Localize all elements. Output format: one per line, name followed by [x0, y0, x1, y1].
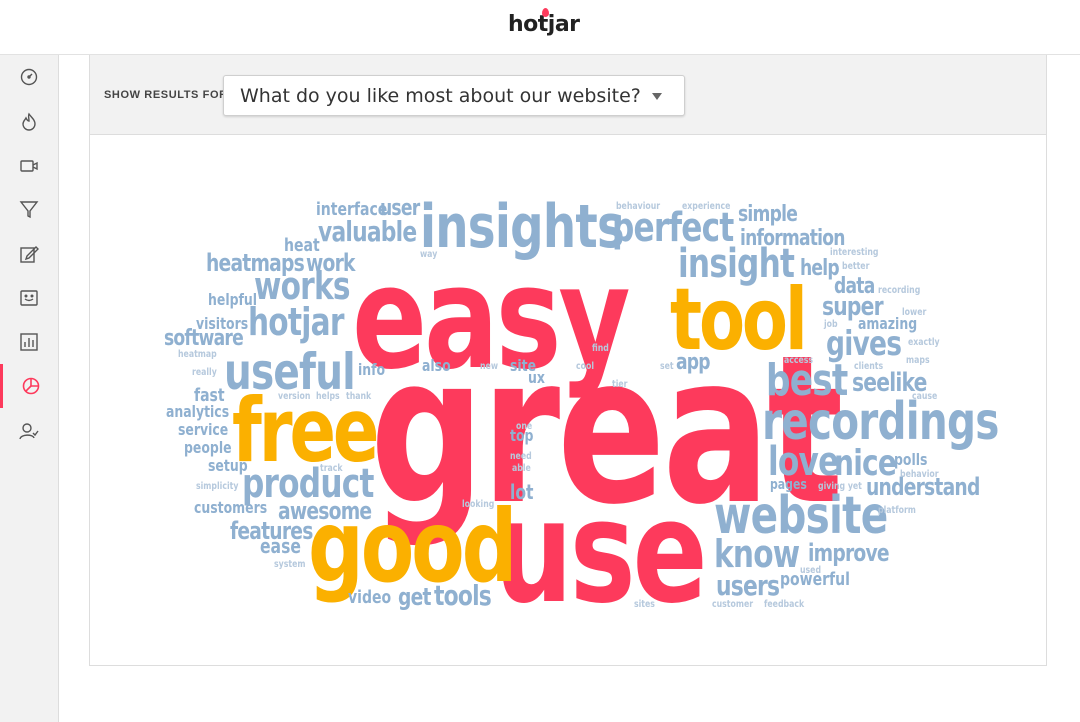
- word-cloud-word: platform: [878, 505, 916, 516]
- word-cloud-word: get: [398, 584, 431, 612]
- video-camera-icon: [20, 160, 38, 172]
- word-cloud-word: heatmap: [178, 349, 217, 360]
- word-cloud-word: tools: [434, 579, 491, 611]
- sidebar-item-heatmaps[interactable]: [0, 100, 58, 144]
- word-cloud-word: pages: [770, 476, 807, 493]
- word-cloud-word: insights: [420, 191, 624, 261]
- word-cloud-word: simple: [738, 201, 798, 227]
- sidebar-item-funnels[interactable]: [0, 187, 58, 231]
- word-cloud-word: giving yet: [818, 481, 863, 492]
- word-cloud: greateasyusegoodfreetoolinsightsperfecti…: [164, 191, 999, 635]
- word-cloud-word: find: [592, 343, 609, 354]
- sidebar-item-recruiters[interactable]: [0, 409, 58, 453]
- word-cloud-word: behaviour: [616, 201, 661, 212]
- sidebar-item-recordings[interactable]: [0, 144, 58, 188]
- word-cloud-word: service: [178, 422, 228, 440]
- word-cloud-word: experience: [682, 201, 730, 212]
- logo-flame-icon: [542, 8, 549, 17]
- word-cloud-word: users: [716, 569, 779, 601]
- word-cloud-word: app: [676, 349, 710, 375]
- word-cloud-word: also: [422, 358, 451, 376]
- word-cloud-word: exactly: [908, 337, 940, 348]
- word-cloud-word: system: [274, 559, 305, 570]
- word-cloud-word: feedback: [764, 599, 805, 610]
- word-cloud-word: access: [784, 355, 813, 366]
- word-cloud-word: able: [512, 463, 531, 474]
- word-cloud-word: behavior: [900, 469, 939, 480]
- word-cloud-word: heat: [284, 234, 320, 255]
- word-cloud-word: setup: [208, 458, 248, 476]
- word-cloud-word: track: [320, 463, 344, 474]
- word-cloud-word: recording: [878, 285, 920, 296]
- word-cloud-word: looking: [462, 499, 494, 510]
- sidebar-item-dashboard[interactable]: [0, 55, 58, 99]
- word-cloud-word: analytics: [166, 404, 229, 422]
- chevron-down-icon: [652, 93, 662, 100]
- word-cloud-word: helpful: [208, 292, 257, 310]
- sidebar-item-forms[interactable]: [0, 232, 58, 276]
- main-content: SHOW RESULTS FOR: What do you like most …: [59, 55, 1080, 722]
- sidebar-item-surveys[interactable]: [0, 364, 58, 408]
- funnel-icon: [19, 201, 39, 219]
- word-cloud-word: fast: [194, 384, 225, 405]
- word-cloud-word: version: [278, 391, 310, 402]
- word-cloud-word: cool: [576, 361, 594, 372]
- word-cloud-word: lot: [510, 481, 534, 504]
- sidebar-item-feedback[interactable]: [0, 276, 58, 320]
- word-cloud-word: way: [420, 249, 437, 260]
- bar-chart-icon: [20, 333, 38, 351]
- word-cloud-word: customers: [194, 500, 267, 518]
- word-cloud-word: better: [842, 261, 870, 272]
- selected-question: What do you like most about our website?: [240, 85, 641, 107]
- word-cloud-panel: great easy use good free tool insights perfect i…: [89, 135, 1047, 666]
- word-cloud-word: thank: [346, 391, 372, 402]
- word-cloud-word: tier: [612, 379, 628, 390]
- word-cloud-word: software: [164, 325, 243, 351]
- pie-chart-icon: [22, 377, 39, 395]
- edit-form-icon: [20, 246, 39, 263]
- word-cloud-word: customer: [712, 599, 754, 610]
- flame-icon: [22, 112, 36, 131]
- word-cloud-word: used: [800, 565, 821, 576]
- sidebar-item-polls[interactable]: [0, 320, 58, 364]
- show-results-label: SHOW RESULTS FOR:: [104, 89, 232, 101]
- word-cloud-word: simplicity: [196, 481, 239, 492]
- word-cloud-word: helps: [316, 391, 340, 402]
- word-cloud-word: information: [740, 225, 845, 251]
- word-cloud-word: improve: [808, 540, 889, 568]
- word-cloud-word: video: [348, 586, 391, 607]
- word-cloud-word: ease: [260, 535, 301, 558]
- word-cloud-word: interface: [316, 198, 387, 219]
- word-cloud-word: people: [184, 440, 232, 458]
- word-cloud-word: maps: [906, 355, 930, 366]
- top-bar: hotjar: [0, 0, 1080, 55]
- word-cloud-word: one: [516, 421, 532, 432]
- results-filter-bar: SHOW RESULTS FOR: What do you like most …: [89, 55, 1047, 135]
- word-cloud-word: data: [834, 273, 875, 299]
- word-cloud-word: user: [380, 195, 420, 221]
- word-cloud-word: cause: [912, 391, 937, 402]
- word-cloud-word: set: [660, 361, 674, 372]
- word-cloud-word: need: [510, 451, 532, 462]
- question-select[interactable]: What do you like most about our website?: [223, 75, 685, 116]
- word-cloud-word: polls: [894, 452, 927, 470]
- word-cloud-word: info: [358, 362, 385, 380]
- hotjar-logo[interactable]: hotjar: [508, 8, 580, 37]
- feedback-face-icon: [20, 290, 38, 306]
- user-check-icon: [19, 423, 39, 440]
- word-cloud-word: job: [823, 319, 837, 330]
- word-cloud-word: new: [480, 361, 498, 372]
- sidebar: [0, 55, 59, 722]
- word-cloud-word: clients: [854, 361, 883, 372]
- word-cloud-word: interesting: [830, 247, 878, 258]
- word-cloud-word: really: [192, 367, 217, 378]
- word-cloud-word: ux: [528, 370, 546, 388]
- dashboard-gauge-icon: [20, 68, 38, 86]
- word-cloud-word: sites: [634, 599, 655, 610]
- word-cloud-word: lower: [902, 307, 927, 318]
